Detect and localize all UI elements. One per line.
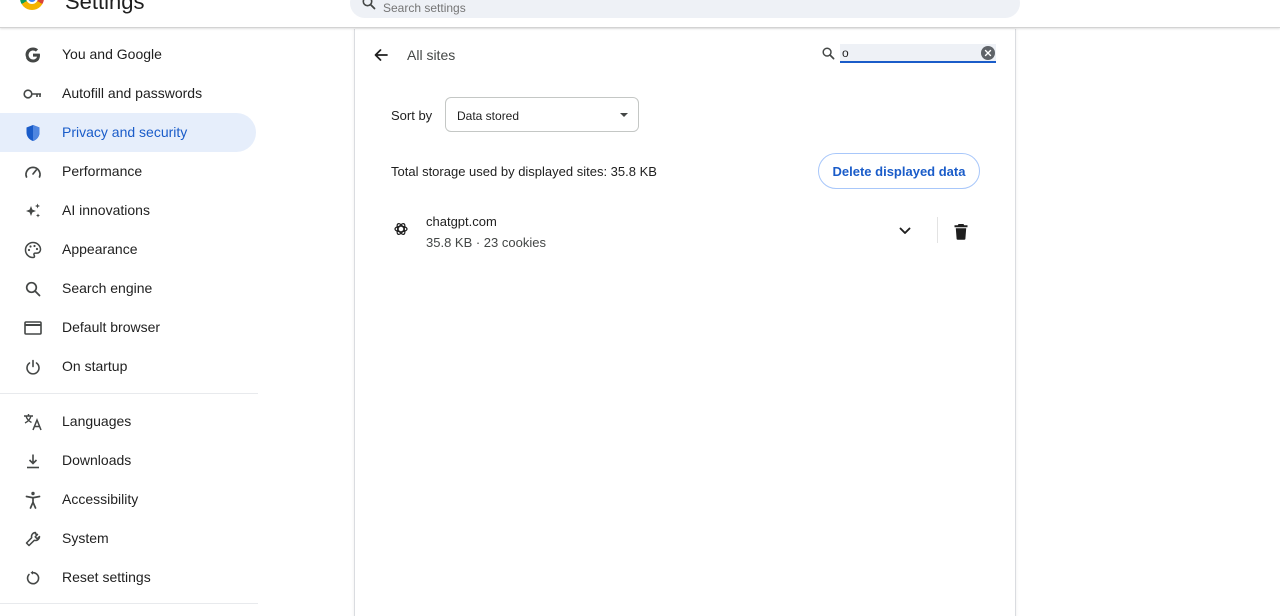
close-icon	[984, 49, 992, 57]
download-icon	[23, 451, 43, 471]
sidebar-item-search-engine[interactable]: Search engine	[0, 269, 256, 308]
sidebar-item-label: System	[62, 530, 109, 546]
delete-site-button[interactable]	[949, 219, 973, 243]
sidebar-item-label: Privacy and security	[62, 124, 188, 140]
shield-icon	[23, 123, 43, 143]
back-button[interactable]	[369, 43, 393, 67]
search-icon	[362, 0, 376, 15]
sidebar-divider	[0, 393, 258, 394]
arrow-back-icon	[374, 49, 388, 61]
top-bar: Settings	[0, 0, 1280, 28]
page-title: All sites	[407, 47, 456, 63]
accessibility-icon	[23, 490, 43, 510]
sidebar-item-label: On startup	[62, 358, 128, 374]
sidebar-item-label: Downloads	[62, 452, 132, 468]
key-icon	[23, 84, 43, 104]
sidebar-item-label: Appearance	[62, 241, 138, 257]
expand-site-button[interactable]	[893, 219, 917, 243]
sidebar-item-on-startup[interactable]: On startup	[0, 347, 256, 386]
openai-icon	[393, 221, 409, 237]
sidebar-item-label: AI innovations	[62, 202, 150, 218]
sidebar-item-privacy-and-security[interactable]: Privacy and security	[0, 113, 256, 152]
translate-icon	[23, 412, 43, 432]
speedometer-icon	[23, 162, 43, 182]
chevron-down-icon	[899, 227, 911, 234]
sidebar-item-label: You and Google	[62, 46, 162, 62]
sidebar-item-reset-settings[interactable]: Reset settings	[0, 558, 256, 597]
sidebar-item-label: Reset settings	[62, 569, 151, 585]
trash-icon	[954, 223, 968, 240]
sidebar-item-default-browser[interactable]: Default browser	[0, 308, 256, 347]
sidebar-item-label: Search engine	[62, 280, 153, 296]
sort-dropdown-value: Data stored	[457, 109, 520, 123]
power-icon	[23, 357, 43, 377]
all-sites-card: All sites Sort by Data stored Total stor…	[354, 29, 1016, 616]
sidebar-item-label: Default browser	[62, 319, 161, 335]
chrome-logo-icon	[20, 0, 44, 10]
palette-icon	[23, 240, 43, 260]
sidebar-item-label: Performance	[62, 163, 143, 179]
sidebar-item-ai-innovations[interactable]: AI innovations	[0, 191, 256, 230]
settings-search-bar[interactable]	[350, 0, 1020, 18]
storage-summary: Total storage used by displayed sites: 3…	[391, 164, 657, 179]
delete-displayed-data-button[interactable]: Delete displayed data	[818, 153, 980, 189]
sidebar-item-label: Autofill and passwords	[62, 85, 203, 101]
sidebar-item-label: Accessibility	[62, 491, 139, 507]
site-search-input[interactable]	[840, 44, 996, 63]
sparkle-icon	[23, 201, 43, 221]
sidebar-item-accessibility[interactable]: Accessibility	[0, 480, 256, 519]
clear-search-button[interactable]	[981, 46, 995, 60]
sidebar-item-performance[interactable]: Performance	[0, 152, 256, 191]
sort-dropdown[interactable]: Data stored	[445, 97, 639, 132]
app-title: Settings	[65, 0, 145, 14]
site-storage-detail: 35.8 KB · 23 cookies	[426, 235, 546, 250]
search-icon	[23, 279, 43, 299]
google-g-icon	[23, 45, 43, 65]
row-separator	[937, 217, 938, 243]
sidebar-item-autofill[interactable]: Autofill and passwords	[0, 74, 256, 113]
sidebar-item-languages[interactable]: Languages	[0, 402, 256, 441]
settings-search-input[interactable]	[383, 0, 983, 18]
wrench-icon	[23, 529, 43, 549]
sidebar-item-appearance[interactable]: Appearance	[0, 230, 256, 269]
sidebar-item-label: Languages	[62, 413, 132, 429]
browser-window-icon	[23, 318, 43, 338]
dropdown-arrow-icon	[620, 113, 628, 117]
sidebar-item-downloads[interactable]: Downloads	[0, 441, 256, 480]
sidebar-item-you-and-google[interactable]: You and Google	[0, 35, 256, 74]
search-icon	[822, 47, 835, 65]
site-search[interactable]	[820, 44, 996, 64]
sort-label: Sort by	[391, 108, 433, 123]
sidebar-divider	[0, 603, 258, 604]
reset-icon	[23, 568, 43, 588]
site-row[interactable]: chatgpt.com 35.8 KB · 23 cookies	[385, 207, 985, 255]
site-name: chatgpt.com	[426, 214, 497, 229]
sidebar: You and Google Autofill and passwords Pr…	[0, 29, 260, 616]
sidebar-item-system[interactable]: System	[0, 519, 256, 558]
